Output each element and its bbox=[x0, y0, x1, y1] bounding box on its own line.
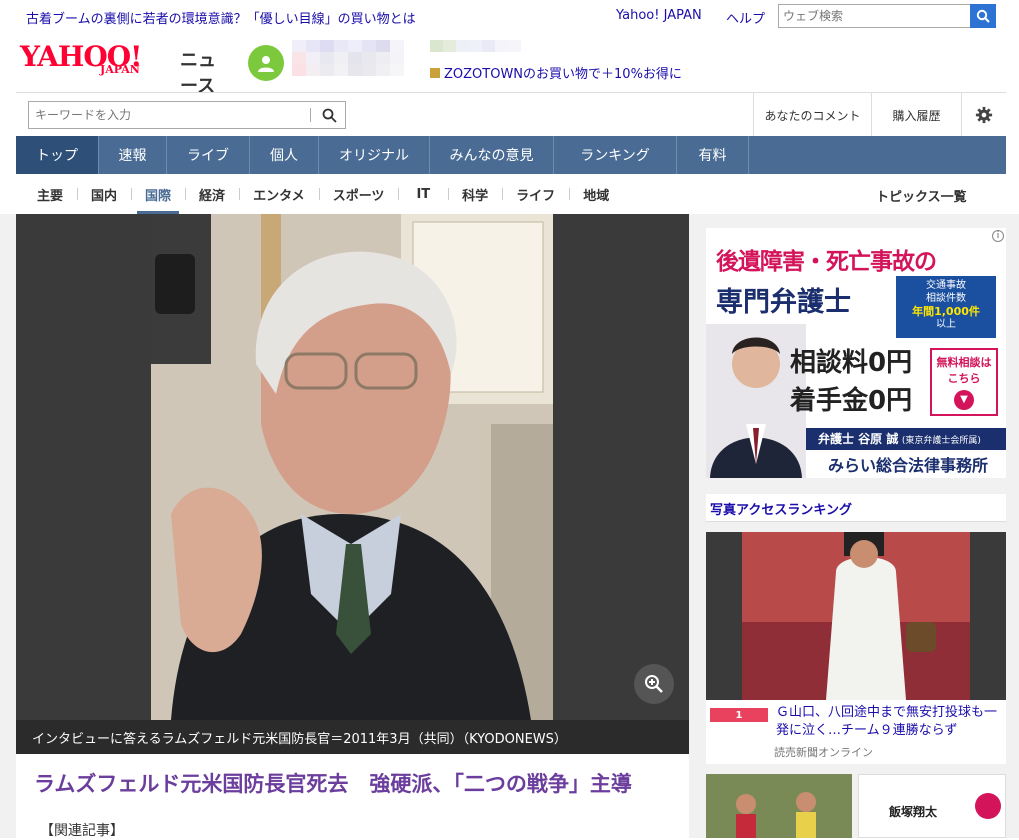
search-icon bbox=[976, 9, 990, 23]
topics-list-link[interactable]: トピックス一覧 bbox=[876, 186, 967, 205]
ad-firm-name: みらい総合法律事務所 bbox=[827, 456, 988, 475]
nav-live[interactable]: ライブ bbox=[167, 136, 250, 174]
ad-cta-button[interactable]: 無料相談はこちら ▼ bbox=[930, 348, 998, 416]
purchase-history-link[interactable]: 購入履歴 bbox=[871, 93, 961, 137]
nav-original[interactable]: オリジナル bbox=[319, 136, 430, 174]
web-search-input[interactable] bbox=[779, 5, 969, 27]
nav-opinions[interactable]: みんなの意見 bbox=[430, 136, 554, 174]
nav-paid[interactable]: 有料 bbox=[677, 136, 749, 174]
keyword-search-button[interactable] bbox=[313, 102, 345, 128]
ad-fee-consult: 相談料0円 bbox=[790, 348, 913, 378]
promo-link[interactable]: 古着ブームの裏側に若者の環境意識？「優しい目線」の買い物とは bbox=[26, 8, 416, 27]
nav-top[interactable]: トップ bbox=[16, 136, 99, 174]
photo-caption: インタビューに答えるラムズフェルド元米国防長官＝2011年3月（共同）（KYOD… bbox=[16, 720, 689, 754]
tag-icon bbox=[430, 68, 440, 78]
global-nav: トップ 速報 ライブ 個人 オリジナル みんなの意見 ランキング 有料 bbox=[16, 136, 1006, 174]
web-search-button[interactable] bbox=[970, 4, 996, 28]
keyword-search-box bbox=[28, 101, 346, 129]
ranking-item-source: 読売新聞オンライン bbox=[774, 746, 873, 759]
badge-line2: 相談件数 bbox=[926, 293, 966, 304]
ad-info-icon[interactable]: i bbox=[992, 230, 1004, 242]
zoom-button[interactable] bbox=[634, 664, 674, 704]
search-row: あなたのコメント 購入履歴 bbox=[16, 92, 1006, 137]
ranking-thumb-2[interactable] bbox=[706, 774, 852, 838]
thumb-3-label: 飯塚翔太 bbox=[889, 805, 938, 819]
help-link[interactable]: ヘルプ bbox=[726, 8, 765, 27]
ad-lawyer-affil: (東京弁護士会所属) bbox=[901, 436, 981, 446]
web-search-box bbox=[778, 4, 996, 28]
article-title: ラムズフェルド元米国防長官死去 強硬派、「二つの戦争」主導 bbox=[34, 772, 632, 796]
user-avatar[interactable] bbox=[248, 45, 284, 81]
law-firm-ad[interactable]: i 後遺障害・死亡事故の 専門弁護士 交通事故 相談件数 年間1,000件 以上… bbox=[706, 228, 1006, 478]
article-header: ラムズフェルド元米国防長官死去 強硬派、「二つの戦争」主導 【関連記事】 bbox=[16, 754, 689, 839]
cat-economy[interactable]: 経済 bbox=[185, 174, 239, 214]
thumb-3-badge bbox=[975, 793, 1001, 819]
ad-cta-label: 無料相談はこちら bbox=[936, 356, 992, 385]
nav-breaking[interactable]: 速報 bbox=[99, 136, 167, 174]
related-articles-label: 【関連記事】 bbox=[40, 823, 124, 839]
cat-life[interactable]: ライフ bbox=[502, 174, 569, 214]
badge-line4: 以上 bbox=[936, 319, 956, 330]
ad-fee-retainer: 着手金0円 bbox=[790, 386, 913, 416]
cat-local[interactable]: 地域 bbox=[569, 174, 623, 214]
zozotown-promo-link[interactable]: ZOZOTOWNのお買い物で＋10%お得に bbox=[430, 63, 682, 82]
article-photo[interactable] bbox=[151, 214, 553, 720]
cat-world[interactable]: 国際 bbox=[131, 174, 185, 214]
yahoo-japan-link[interactable]: Yahoo! JAPAN bbox=[616, 8, 702, 23]
arrow-down-icon: ▼ bbox=[954, 390, 974, 410]
ranking-item-1[interactable]: 1 Ｇ山口、八回途中まで無安打投球も一発に泣く…チーム９連勝ならず 読売新聞オン… bbox=[706, 700, 1006, 764]
my-comments-link[interactable]: あなたのコメント bbox=[753, 93, 871, 137]
blurred-user-info bbox=[292, 40, 404, 76]
ad-subhead: 専門弁護士 bbox=[716, 287, 851, 318]
logo-japan: JAPAN bbox=[100, 63, 140, 76]
blurred-points bbox=[430, 40, 521, 52]
search-divider bbox=[310, 108, 311, 122]
keyword-search-input[interactable] bbox=[29, 102, 309, 128]
top-bar: 古着ブームの裏側に若者の環境意識？「優しい目線」の買い物とは Yahoo! JA… bbox=[0, 0, 1019, 32]
nav-ranking[interactable]: ランキング bbox=[554, 136, 677, 174]
cat-entertainment[interactable]: エンタメ bbox=[239, 174, 319, 214]
cat-it[interactable]: IT bbox=[398, 174, 448, 214]
user-icon bbox=[258, 56, 274, 72]
logo-news: ニュース bbox=[180, 50, 216, 97]
ranking-thumb-3[interactable]: 飯塚翔太 bbox=[858, 774, 1006, 838]
badge-line1: 交通事故 bbox=[926, 280, 966, 291]
category-nav: 主要 国内 国際 経済 エンタメ スポーツ IT 科学 ライフ 地域 bbox=[16, 174, 1006, 214]
rank-badge: 1 bbox=[710, 708, 768, 722]
cat-main[interactable]: 主要 bbox=[16, 174, 77, 214]
ranking-photo[interactable] bbox=[706, 532, 1006, 700]
gear-icon bbox=[975, 106, 993, 124]
article-photo-viewer: インタビューに答えるラムズフェルド元米国防長官＝2011年3月（共同）（KYOD… bbox=[16, 214, 689, 754]
ad-badge: 交通事故 相談件数 年間1,000件 以上 bbox=[896, 276, 996, 338]
search-icon bbox=[322, 108, 337, 123]
ranking-item-title[interactable]: Ｇ山口、八回途中まで無安打投球も一発に泣く…チーム９連勝ならず bbox=[776, 704, 1002, 740]
ranking-photo-illustration bbox=[706, 532, 1006, 700]
ad-headline: 後遺障害・死亡事故の bbox=[716, 249, 937, 275]
cat-science[interactable]: 科学 bbox=[448, 174, 502, 214]
nav-individual[interactable]: 個人 bbox=[250, 136, 319, 174]
badge-line3: 年間1,000件 bbox=[912, 305, 980, 318]
zozotown-promo-text: ZOZOTOWNのお買い物で＋10%お得に bbox=[444, 67, 682, 82]
photo-ranking-heading[interactable]: 写真アクセスランキング bbox=[706, 494, 1006, 522]
zoom-in-icon bbox=[645, 675, 663, 693]
ad-lawyer-bar: 弁護士 谷原 誠 (東京弁護士会所属) bbox=[806, 428, 1006, 450]
thumb-illustration bbox=[706, 774, 852, 838]
settings-button[interactable] bbox=[961, 93, 1006, 137]
photo-illustration bbox=[151, 214, 553, 720]
ad-lawyer-name: 弁護士 谷原 誠 bbox=[818, 432, 899, 446]
cat-domestic[interactable]: 国内 bbox=[77, 174, 131, 214]
yahoo-news-logo[interactable]: YAHOO! JAPAN ニュース bbox=[20, 40, 230, 97]
cat-sports[interactable]: スポーツ bbox=[318, 174, 399, 214]
